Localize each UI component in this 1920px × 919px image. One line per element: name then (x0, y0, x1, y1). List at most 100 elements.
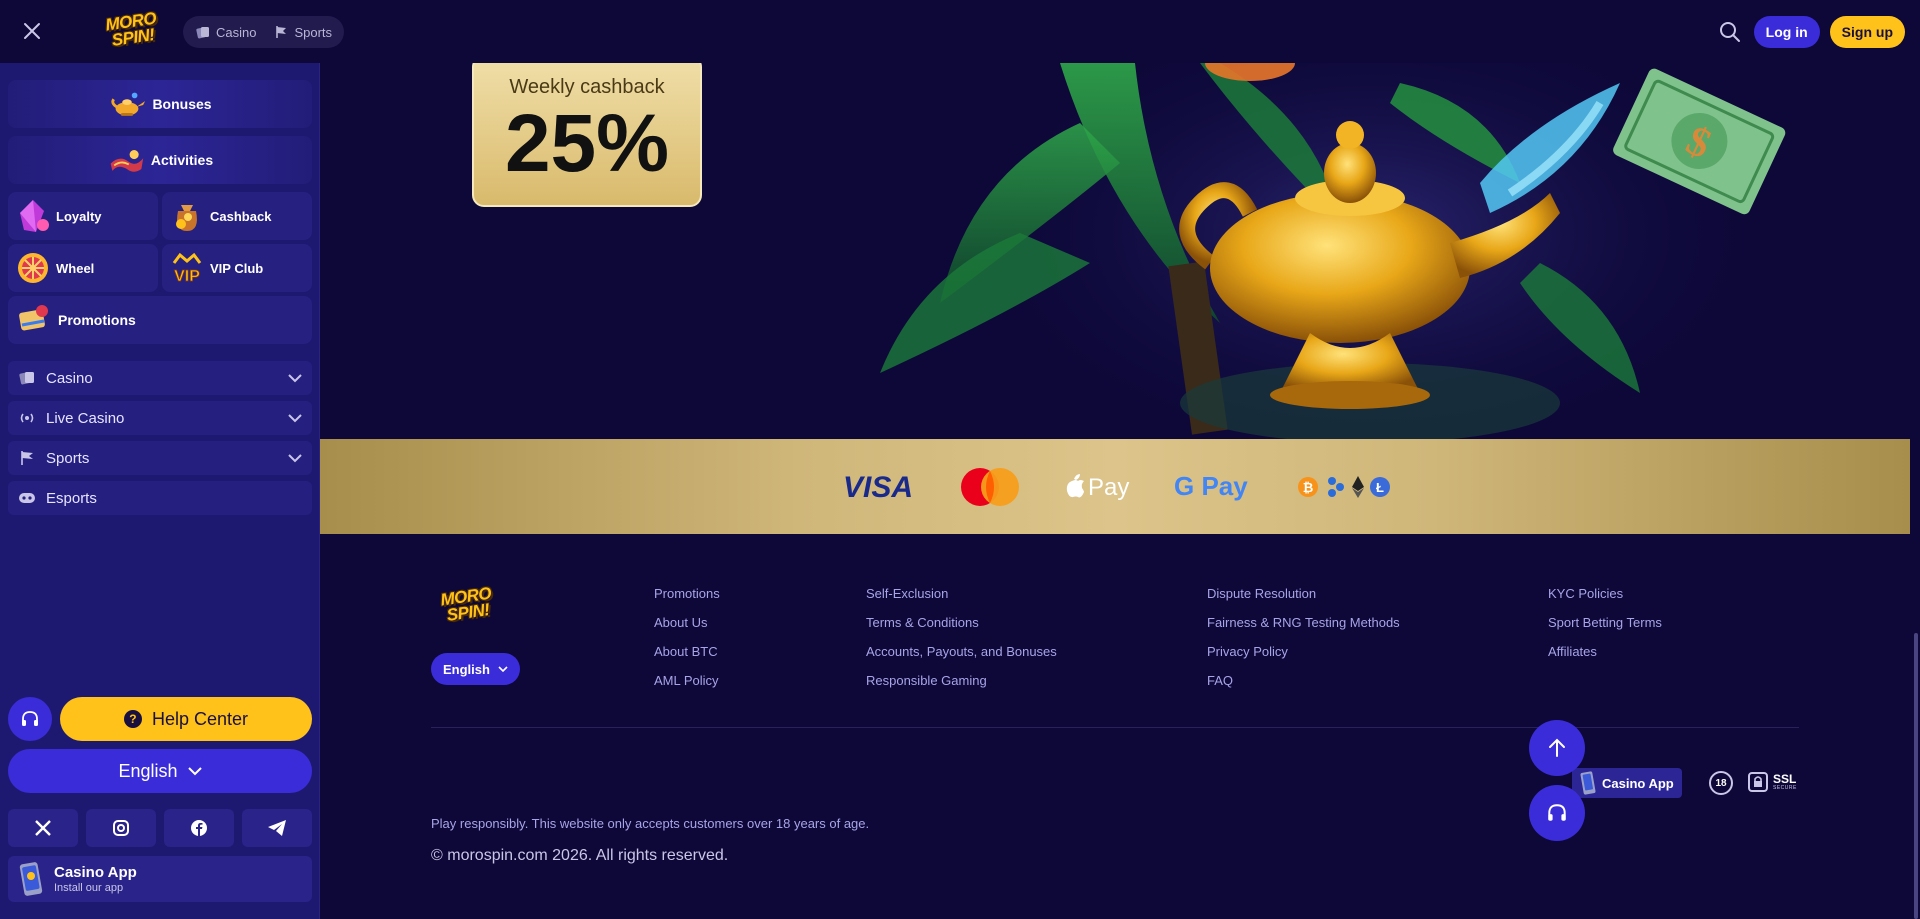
language-select[interactable]: English (8, 749, 312, 793)
help-center-label: Help Center (151, 708, 249, 729)
tab-sports[interactable]: Sports (267, 19, 339, 45)
footer-link[interactable]: Responsible Gaming (866, 673, 1057, 689)
ssl-secure-badge: SSL SECURE (1747, 771, 1797, 793)
cashback-value: 25% (504, 98, 670, 189)
age-18-badge: 18 (1709, 771, 1733, 795)
footer-link[interactable]: Promotions (654, 586, 720, 602)
tab-casino[interactable]: Casino (189, 19, 263, 45)
sidebar-item-bonuses[interactable]: Bonuses (8, 80, 312, 128)
main-content: $ Weekly cashback 25% VISA Pay G Pay ₿ Ł … (320, 63, 1920, 919)
footer-link[interactable]: Self-Exclusion (866, 586, 1057, 602)
weekly-cashback-card[interactable]: Weekly cashback 25% (472, 63, 702, 207)
casino-app-install[interactable]: Casino App Install our app (8, 856, 312, 902)
footer-app-label: Casino App (1602, 775, 1674, 791)
sidebar-item-vip-club[interactable]: VIP VIP Club (162, 244, 312, 292)
google-pay-logo: G Pay (1174, 470, 1256, 504)
top-right-actions: Log in Sign up (1716, 16, 1905, 48)
facebook-icon[interactable] (164, 809, 234, 847)
phone-app-icon (19, 862, 43, 896)
sidebar-item-cashback[interactable]: Cashback (162, 192, 312, 240)
footer: MORO SPIN! English Promotions About Us A… (320, 534, 1920, 919)
instagram-icon[interactable] (86, 809, 156, 847)
payment-methods: VISA Pay G Pay ₿ Ł (320, 439, 1910, 534)
signup-button[interactable]: Sign up (1829, 16, 1905, 48)
chevron-down-icon[interactable] (288, 453, 302, 463)
sidebar-item-label: Cashback (210, 208, 272, 224)
coin-bag-icon (168, 197, 206, 235)
magic-carpet-icon (107, 141, 145, 179)
footer-link[interactable]: Fairness & RNG Testing Methods (1207, 615, 1400, 631)
sidebar-item-esports[interactable]: Esports (8, 481, 312, 515)
sidebar-item-label: Activities (150, 152, 214, 168)
search-icon[interactable] (1716, 18, 1744, 46)
footer-link[interactable]: Sport Betting Terms (1548, 615, 1662, 631)
footer-logo[interactable]: MORO SPIN! (430, 584, 504, 626)
responsible-gaming-notice: Play responsibly. This website only acce… (431, 816, 870, 831)
headset-icon (22, 711, 38, 726)
question-icon: ? (123, 710, 142, 728)
logo[interactable]: MORO SPIN! (96, 9, 168, 51)
copyright: © morospin.com 2026. All rights reserved… (431, 847, 729, 864)
footer-column-2: Self-Exclusion Terms & Conditions Accoun… (866, 586, 1057, 689)
footer-language-select[interactable]: English (431, 653, 520, 685)
footer-link[interactable]: Terms & Conditions (866, 615, 1057, 631)
scroll-to-top-button[interactable] (1529, 720, 1585, 776)
cashback-label: Weekly cashback (509, 76, 665, 98)
age-label: 18 (1715, 777, 1727, 789)
svg-text:Ł: Ł (1376, 480, 1384, 495)
apple-pay-logo: Pay (1062, 470, 1134, 504)
help-center-button[interactable]: ? Help Center (60, 697, 312, 741)
sidebar-item-label: Casino (46, 369, 93, 387)
sidebar-item-promotions[interactable]: Promotions (8, 296, 312, 344)
support-chat-button[interactable] (1529, 785, 1585, 841)
svg-text:VIP: VIP (174, 268, 200, 285)
sports-flag-icon (18, 449, 36, 467)
x-icon[interactable] (8, 809, 78, 847)
live-broadcast-icon (18, 409, 36, 427)
support-button[interactable] (8, 697, 52, 741)
top-bar: MORO SPIN! Casino Sports Log in Sign up (0, 0, 1920, 63)
telegram-icon[interactable] (242, 809, 312, 847)
sidebar-item-label: Live Casino (46, 409, 125, 427)
chevron-down-icon (498, 665, 508, 672)
sports-flag-icon (276, 26, 287, 38)
sidebar-item-wheel[interactable]: Wheel (8, 244, 158, 292)
footer-link[interactable]: Dispute Resolution (1207, 586, 1400, 602)
footer-link[interactable]: Privacy Policy (1207, 644, 1400, 660)
footer-link[interactable]: KYC Policies (1548, 586, 1662, 602)
sidebar-item-label: VIP Club (210, 260, 264, 276)
app-subtitle: Install our app (54, 882, 124, 894)
page-scrollbar-thumb[interactable] (1914, 633, 1918, 919)
sidebar-item-activities[interactable]: Activities (8, 136, 312, 184)
sidebar-item-sports[interactable]: Sports (8, 441, 312, 475)
footer-link[interactable]: Accounts, Payouts, and Bonuses (866, 644, 1057, 660)
casino-cards-icon (196, 27, 209, 39)
footer-link[interactable]: FAQ (1207, 673, 1400, 689)
sidebar-item-loyalty[interactable]: Loyalty (8, 192, 158, 240)
headset-icon (1548, 804, 1566, 821)
footer-link[interactable]: AML Policy (654, 673, 720, 689)
sidebar-item-label: Promotions (58, 312, 136, 328)
scroll-icon (14, 301, 52, 339)
footer-link[interactable]: Affiliates (1548, 644, 1662, 660)
svg-text:VISA: VISA (843, 472, 913, 502)
crystal-icon (14, 197, 52, 235)
sidebar-item-label: Bonuses (152, 96, 212, 112)
sidebar-item-label: Esports (46, 489, 97, 507)
sidebar-item-live-casino[interactable]: Live Casino (8, 401, 312, 435)
mastercard-logo (958, 467, 1022, 507)
close-icon[interactable] (20, 19, 44, 43)
chevron-down-icon[interactable] (288, 413, 302, 423)
sidebar-item-casino[interactable]: Casino (8, 361, 312, 395)
sidebar: Bonuses Activities Loyalty Cashback Whee… (0, 63, 320, 919)
footer-column-1: Promotions About Us About BTC AML Policy (654, 586, 720, 689)
footer-logo-text: MORO SPIN! (439, 583, 493, 625)
login-button[interactable]: Log in (1753, 16, 1820, 48)
footer-link[interactable]: About BTC (654, 644, 720, 660)
chevron-down-icon[interactable] (288, 373, 302, 383)
footer-link[interactable]: About Us (654, 615, 720, 631)
ssl-sub-label: SECURE (1773, 784, 1797, 791)
footer-casino-app-button[interactable]: Casino App (1572, 768, 1682, 798)
vip-icon: VIP (168, 249, 206, 287)
top-tabs: Casino Sports (183, 16, 344, 48)
